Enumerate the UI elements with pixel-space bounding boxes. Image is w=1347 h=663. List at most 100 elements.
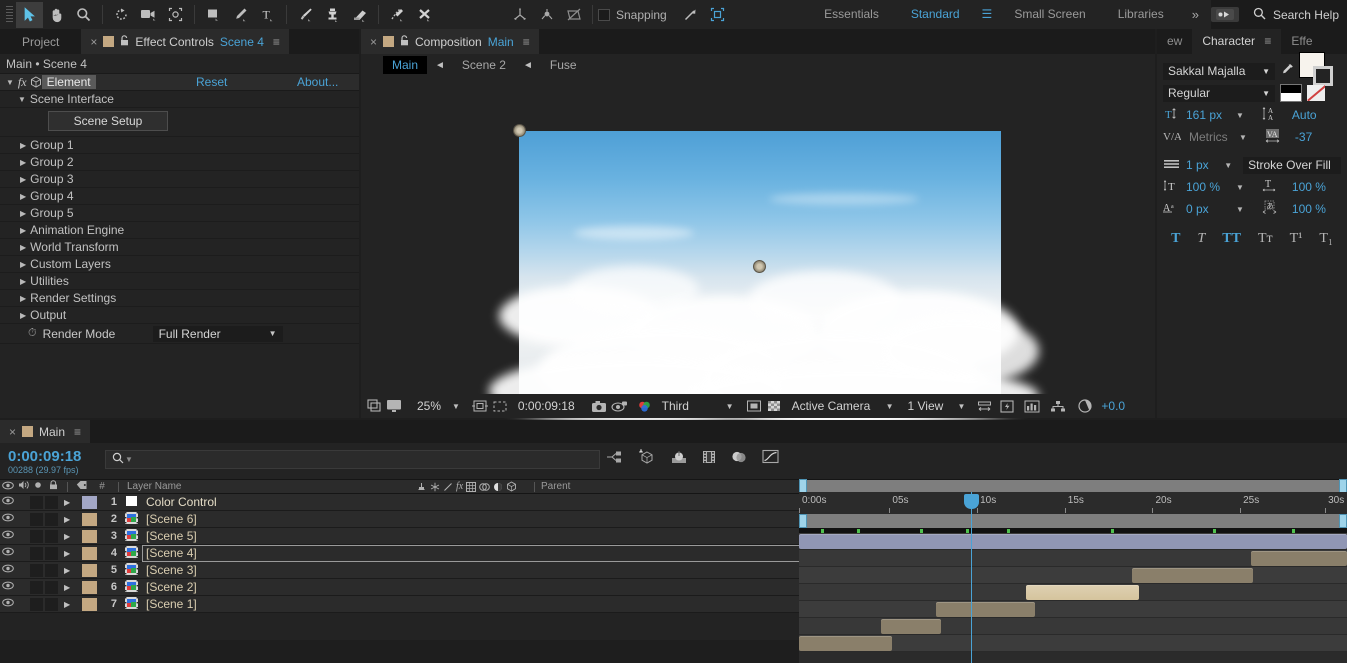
tab-project[interactable]: Project <box>0 29 82 54</box>
panel-menu-icon[interactable]: ≡ <box>273 35 280 49</box>
effect-group-5[interactable]: ▶ Group 5 <box>0 205 359 222</box>
selection-tool[interactable] <box>16 1 43 28</box>
timeline-current-time[interactable]: 0:00:09:18 <box>8 448 105 465</box>
layer-duration-bar[interactable] <box>936 602 1035 617</box>
close-icon[interactable]: × <box>9 425 16 439</box>
timeline-track-row[interactable] <box>799 567 1347 584</box>
reset-button[interactable]: Reset <box>196 75 227 89</box>
video-toggle-icon[interactable] <box>0 564 16 576</box>
local-axis-mode-icon[interactable] <box>506 2 533 28</box>
eyedropper-icon[interactable] <box>1280 63 1294 80</box>
layer-name-column-header[interactable]: Layer Name <box>123 481 416 492</box>
layer-label-color[interactable] <box>82 546 97 560</box>
faux-bold-button[interactable]: T <box>1167 231 1184 247</box>
timeline-track-row[interactable] <box>799 533 1347 550</box>
rotation-tool[interactable] <box>108 2 135 28</box>
number-column-header[interactable]: # <box>90 481 114 492</box>
tab-character[interactable]: Character ≡ <box>1192 29 1282 54</box>
lock-icon[interactable] <box>120 34 129 49</box>
layer-label-color[interactable] <box>82 580 97 594</box>
breadcrumb-fuse[interactable]: Fuse <box>541 56 586 74</box>
disclosure-triangle-down-icon[interactable]: ▼ <box>18 95 26 104</box>
tab-preview-partial[interactable]: ew <box>1157 29 1192 54</box>
tab-effects-partial[interactable]: Effe <box>1281 29 1322 54</box>
adobe-stock-icon[interactable] <box>1210 7 1239 22</box>
effect-group-10[interactable]: ▶ Render Settings <box>0 290 359 307</box>
disclosure-triangle-right-icon[interactable]: ▶ <box>20 294 26 303</box>
effect-group-2[interactable]: ▶ Group 2 <box>0 154 359 171</box>
graph-editor-icon[interactable] <box>762 449 779 467</box>
snapping-arrow-icon[interactable] <box>677 2 704 28</box>
layer-label-color[interactable] <box>82 495 97 509</box>
main-viewer-icon[interactable] <box>386 399 402 413</box>
layer-duration-bar[interactable] <box>1251 551 1347 566</box>
workspace-overflow-chevron[interactable]: » <box>1180 7 1211 22</box>
tracking-value[interactable]: -37 <box>1295 130 1312 144</box>
disclosure-triangle-right-icon[interactable]: ▶ <box>20 192 26 201</box>
layer-duration-bar[interactable] <box>799 636 893 651</box>
workspace-essentials[interactable]: Essentials <box>808 0 895 29</box>
disclosure-triangle-right-icon[interactable]: ▶ <box>64 566 78 575</box>
panel-menu-icon[interactable]: ≡ <box>74 425 81 439</box>
effect-group-9[interactable]: ▶ Utilities <box>0 273 359 290</box>
disclosure-triangle-right-icon[interactable]: ▶ <box>64 600 78 609</box>
chevron-down-icon[interactable]: ▼ <box>1236 183 1244 192</box>
scene-setup-button[interactable]: Scene Setup <box>48 111 168 131</box>
disclosure-triangle-down-icon[interactable]: ▼ <box>6 78 14 87</box>
grid-guides-icon[interactable] <box>492 399 508 413</box>
layer-switches-toggle-icon[interactable] <box>606 450 623 467</box>
disclosure-triangle-right-icon[interactable]: ▶ <box>20 209 26 218</box>
disclosure-triangle-right-icon[interactable]: ▶ <box>20 175 26 184</box>
chevron-down-icon[interactable]: ▼ <box>1236 205 1244 214</box>
layer-duration-bar[interactable] <box>1026 585 1139 600</box>
disclosure-triangle-right-icon[interactable]: ▶ <box>20 277 26 286</box>
disclosure-triangle-right-icon[interactable]: ▶ <box>64 549 78 558</box>
channel-select-icon[interactable] <box>637 400 653 413</box>
rectangle-tool[interactable] <box>200 2 227 28</box>
timeline-search-input[interactable]: ▼ <box>105 450 600 469</box>
workspace-libraries[interactable]: Libraries <box>1102 0 1180 29</box>
pen-tool[interactable] <box>227 2 254 28</box>
chevron-down-icon[interactable]: ▼ <box>452 402 460 411</box>
lock-toggle[interactable] <box>45 495 58 509</box>
lock-toggle[interactable] <box>45 580 58 594</box>
video-toggle-icon[interactable] <box>0 530 16 542</box>
section-scene-interface[interactable]: ▼ Scene Interface <box>0 91 359 108</box>
kerning-value[interactable]: Metrics <box>1189 130 1234 144</box>
lock-toggle[interactable] <box>45 546 58 560</box>
tab-effect-controls[interactable]: × Effect Controls Scene 4 ≡ <box>81 29 289 54</box>
timeline-track-row[interactable] <box>799 601 1347 618</box>
title-action-safe-icon[interactable] <box>471 399 488 413</box>
stroke-width-value[interactable]: 1 px <box>1186 158 1219 172</box>
chevron-down-icon[interactable]: ▼ <box>1236 111 1244 120</box>
puppet-pin-tool[interactable] <box>411 2 438 28</box>
layer-label-color[interactable] <box>82 597 97 611</box>
disclosure-triangle-right-icon[interactable]: ▶ <box>20 226 26 235</box>
exposure-icon[interactable] <box>1078 399 1093 413</box>
effect-group-3[interactable]: ▶ Group 3 <box>0 171 359 188</box>
small-caps-button[interactable]: Tᴛ <box>1254 231 1277 247</box>
pixel-aspect-correction-icon[interactable] <box>977 400 992 413</box>
composition-viewer[interactable] <box>361 76 1155 426</box>
layer-anchor-point-handle[interactable] <box>753 260 766 273</box>
effect-group-11[interactable]: ▶ Output <box>0 307 359 324</box>
work-area-start-handle[interactable] <box>799 479 807 493</box>
layer-label-color[interactable] <box>82 563 97 577</box>
timeline-track-row[interactable] <box>799 550 1347 567</box>
disclosure-triangle-right-icon[interactable]: ▶ <box>64 583 78 592</box>
solo-toggle[interactable] <box>30 597 43 611</box>
comp-flowchart-icon[interactable] <box>1050 400 1066 413</box>
hand-tool[interactable] <box>43 2 70 28</box>
world-axis-mode-icon[interactable] <box>533 2 560 28</box>
disclosure-triangle-right-icon[interactable]: ▶ <box>64 532 78 541</box>
always-preview-icon[interactable] <box>367 399 382 413</box>
timeline-track-row[interactable] <box>799 584 1347 601</box>
font-size-value[interactable]: 161 px <box>1186 108 1231 122</box>
3d-renderer-icon[interactable] <box>638 449 656 467</box>
stroke-color-swatch[interactable] <box>1313 66 1333 86</box>
fx-icon[interactable]: fx <box>18 75 27 90</box>
solo-toggle[interactable] <box>30 495 43 509</box>
effect-group-7[interactable]: ▶ World Transform <box>0 239 359 256</box>
close-icon[interactable]: × <box>90 35 97 49</box>
effect-group-6[interactable]: ▶ Animation Engine <box>0 222 359 239</box>
